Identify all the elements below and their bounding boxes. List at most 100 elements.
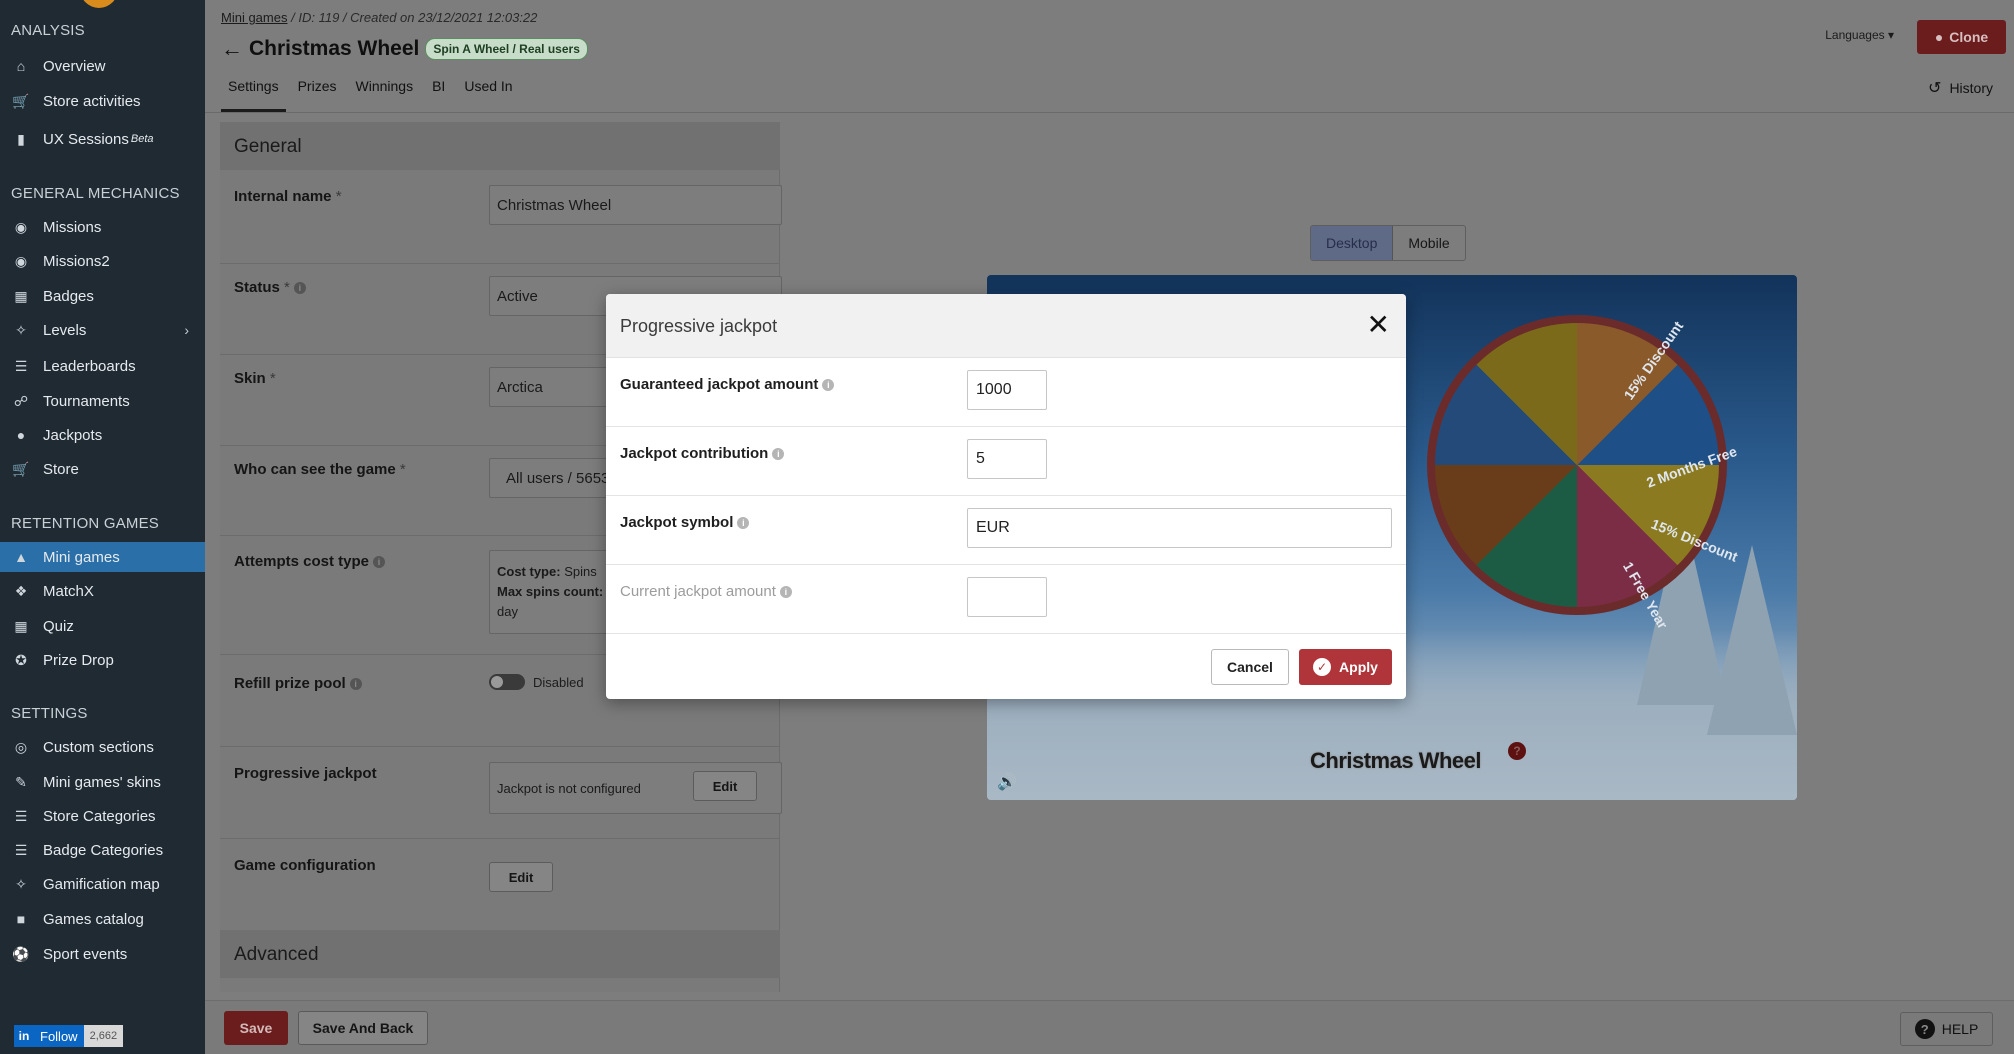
sidebar-item-sport-events[interactable]: ⚽ Sport events xyxy=(0,939,205,969)
tabs: Settings Prizes Winnings BI Used In xyxy=(221,76,525,112)
medal-icon: ◉ xyxy=(14,252,28,269)
skin-label: Skin * xyxy=(234,370,276,387)
modal-header: Progressive jackpot ✕ xyxy=(606,294,1406,358)
sidebar-item-missions2[interactable]: ◉ Missions2 xyxy=(0,246,205,276)
device-toggle: Desktop Mobile xyxy=(1310,225,1466,261)
guaranteed-jackpot-input[interactable] xyxy=(967,370,1047,410)
current-jackpot-input[interactable] xyxy=(967,577,1047,617)
section-advanced-header: Advanced xyxy=(220,930,780,978)
back-arrow-icon[interactable]: ← xyxy=(221,36,243,62)
jackpot-edit-button[interactable]: Edit xyxy=(693,771,757,801)
sidebar-item-jackpots[interactable]: ● Jackpots xyxy=(0,420,205,450)
sidebar-item-overview[interactable]: ⌂ Overview xyxy=(0,51,205,81)
refill-status-text: Disabled xyxy=(533,675,584,690)
modal-title: Progressive jackpot xyxy=(620,316,778,336)
refill-prize-pool-toggle[interactable] xyxy=(489,674,525,690)
sidebar-section-retention-games: RETENTION GAMES xyxy=(11,515,160,532)
sidebar-item-gamification-map[interactable]: ✧ Gamification map xyxy=(0,869,205,899)
catalog-icon: ■ xyxy=(16,911,26,927)
sidebar-item-games-catalog[interactable]: ■ Games catalog xyxy=(0,904,205,934)
sidebar-item-missions[interactable]: ◉ Missions xyxy=(0,212,205,242)
internal-name-label: Internal name * xyxy=(234,188,342,205)
sidebar: ANALYSIS ⌂ Overview 🛒 Store activities ▮ UX… xyxy=(0,0,205,1054)
tab-settings[interactable]: Settings xyxy=(221,76,286,112)
gamepad-icon: ▲ xyxy=(14,549,28,565)
sidebar-item-badge-categories[interactable]: ☰ Badge Categories xyxy=(0,835,205,865)
info-icon: i xyxy=(373,556,386,569)
save-and-back-button[interactable]: Save And Back xyxy=(298,1011,428,1045)
sidebar-item-levels[interactable]: ✧ Levels › xyxy=(0,315,205,345)
sidebar-item-badges[interactable]: ▦ Badges xyxy=(0,281,205,311)
breadcrumb-mini-games-link[interactable]: Mini games xyxy=(221,10,287,25)
close-icon[interactable]: ✕ xyxy=(1367,308,1390,342)
clone-button[interactable]: ● Clone xyxy=(1917,20,2006,54)
sidebar-item-matchx[interactable]: ❖ MatchX xyxy=(0,576,205,606)
sections-icon: ◎ xyxy=(14,738,28,755)
jackpot-symbol-input[interactable] xyxy=(967,508,1392,548)
list-icon: ☰ xyxy=(14,807,28,824)
jackpot-symbol-label: Jackpot symbol i xyxy=(620,514,750,531)
map-icon: ✧ xyxy=(15,875,27,892)
sidebar-item-store-categories[interactable]: ☰ Store Categories xyxy=(0,801,205,831)
jackpot-icon: ● xyxy=(16,427,26,443)
sidebar-item-ux-sessions[interactable]: ▮ UX Sessions Beta xyxy=(0,124,205,154)
history-icon: ↺ xyxy=(1928,80,1942,97)
who-can-see-label: Who can see the game * xyxy=(234,461,406,478)
sidebar-item-store-activities[interactable]: 🛒 Store activities xyxy=(0,86,205,116)
caret-down-icon: ▾ xyxy=(1887,28,1894,42)
cancel-button[interactable]: Cancel xyxy=(1211,649,1289,685)
refill-prize-pool-label: Refill prize pool i xyxy=(234,675,362,692)
help-button[interactable]: ? HELP xyxy=(1900,1012,1993,1046)
progressive-jackpot-modal: Progressive jackpot ✕ Guaranteed jackpot… xyxy=(606,294,1406,699)
guaranteed-jackpot-label: Guaranteed jackpot amount i xyxy=(620,376,835,393)
levels-icon: ✧ xyxy=(15,321,27,338)
jackpot-contribution-row: Jackpot contribution i xyxy=(606,427,1406,496)
sidebar-section-settings: SETTINGS xyxy=(11,705,88,722)
status-label: Status * i xyxy=(234,279,306,296)
sidebar-item-custom-sections[interactable]: ◎ Custom sections xyxy=(0,732,205,762)
tab-bi[interactable]: BI xyxy=(425,76,452,112)
prize-icon: ✪ xyxy=(15,651,27,668)
linkedin-icon: in xyxy=(14,1025,34,1047)
languages-dropdown[interactable]: Languages ▾ xyxy=(1825,28,1894,42)
attempts-cost-type-label: Attempts cost type i xyxy=(234,553,386,570)
info-icon: i xyxy=(293,282,306,295)
history-button[interactable]: ↺ History xyxy=(1928,78,1993,98)
sidebar-item-tournaments[interactable]: ☍ Tournaments xyxy=(0,386,205,416)
list-icon: ☰ xyxy=(14,841,28,858)
medal-icon: ◉ xyxy=(14,218,28,235)
divider xyxy=(205,112,2014,113)
tab-winnings[interactable]: Winnings xyxy=(349,76,421,112)
guaranteed-jackpot-row: Guaranteed jackpot amount i xyxy=(606,358,1406,427)
question-icon: ? xyxy=(1914,1019,1935,1039)
apply-button[interactable]: ✓ Apply xyxy=(1299,649,1392,685)
sidebar-section-general-mechanics: GENERAL MECHANICS xyxy=(11,185,180,202)
game-config-edit-button[interactable]: Edit xyxy=(489,862,553,892)
breadcrumb: Mini games / ID: 119 / Created on 23/12/… xyxy=(221,10,538,25)
sidebar-section-analysis: ANALYSIS xyxy=(11,22,85,39)
jackpot-contribution-input[interactable] xyxy=(967,439,1047,479)
cart-icon: 🛒 xyxy=(12,92,30,109)
sidebar-item-mini-games-skins[interactable]: ✎ Mini games' skins xyxy=(0,767,205,797)
current-jackpot-label: Current jackpot amount i xyxy=(620,583,792,600)
sidebar-item-leaderboards[interactable]: ☰ Leaderboards xyxy=(0,351,205,381)
internal-name-input[interactable]: Christmas Wheel xyxy=(489,185,782,225)
help-question-icon[interactable]: ? xyxy=(1508,742,1526,760)
video-icon: ▮ xyxy=(17,130,25,147)
sidebar-item-quiz[interactable]: ▦ Quiz xyxy=(0,611,205,641)
save-button[interactable]: Save xyxy=(224,1011,288,1045)
sidebar-item-store[interactable]: 🛒 Store xyxy=(0,454,205,484)
game-configuration-label: Game configuration xyxy=(234,857,376,874)
desktop-toggle[interactable]: Desktop xyxy=(1311,226,1394,260)
mobile-toggle[interactable]: Mobile xyxy=(1393,226,1464,260)
jackpot-contribution-label: Jackpot contribution i xyxy=(620,445,785,462)
sidebar-item-mini-games[interactable]: ▲ Mini games xyxy=(0,542,205,572)
check-icon: ✓ xyxy=(1313,658,1332,676)
cart-icon: 🛒 xyxy=(12,460,30,477)
info-icon: i xyxy=(822,379,835,392)
sound-icon[interactable]: 🔊 xyxy=(997,772,1017,792)
sidebar-item-prize-drop[interactable]: ✪ Prize Drop xyxy=(0,645,205,675)
tab-prizes[interactable]: Prizes xyxy=(291,76,344,112)
tab-used-in[interactable]: Used In xyxy=(457,76,519,112)
linkedin-follow-button[interactable]: in Follow 2,662 xyxy=(14,1025,124,1047)
